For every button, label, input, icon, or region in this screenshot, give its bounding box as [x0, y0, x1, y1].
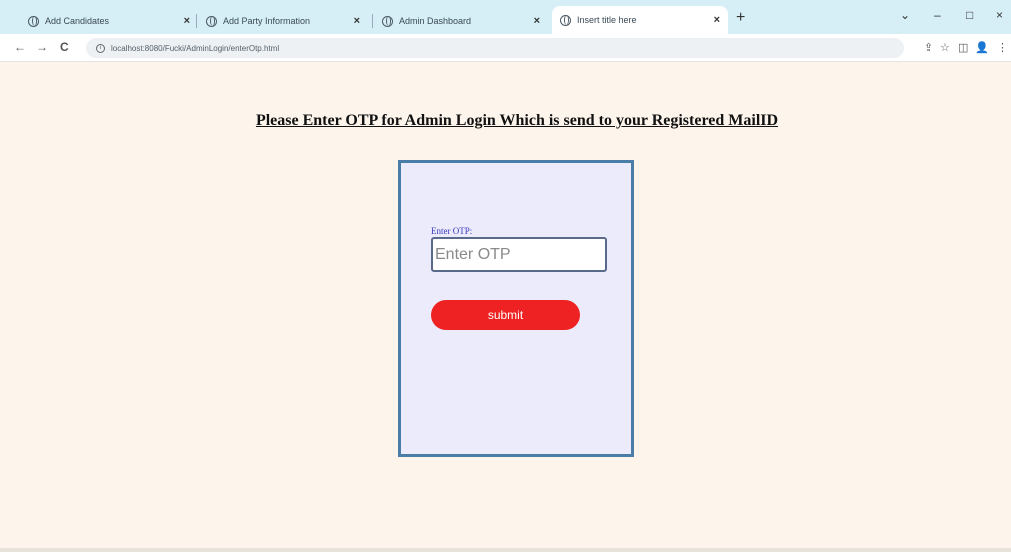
otp-label: Enter OTP: — [431, 226, 473, 236]
globe-icon — [382, 15, 393, 27]
tab-title: Add Party Information — [223, 16, 311, 26]
new-tab-icon[interactable]: + — [736, 9, 745, 27]
back-icon[interactable]: ← — [14, 40, 26, 54]
maximize-icon[interactable]: □ — [966, 8, 973, 22]
bottom-edge — [0, 548, 1011, 552]
forward-icon[interactable]: → — [36, 40, 48, 54]
otp-form-card: Enter OTP: submit — [398, 160, 634, 457]
tab-add-party-information[interactable]: Add Party Information × — [198, 8, 368, 34]
site-info-icon[interactable]: i — [96, 43, 105, 53]
close-window-icon[interactable]: × — [996, 8, 1003, 22]
split-view-icon[interactable]: ◫ — [958, 41, 968, 54]
browser-toolbar: ← → C i localhost:8080/Fucki/AdminLogin/… — [0, 34, 1011, 62]
reload-icon[interactable]: C — [60, 40, 69, 54]
page-heading: Please Enter OTP for Admin Login Which i… — [255, 112, 779, 129]
tab-title: Add Candidates — [45, 16, 110, 26]
share-icon[interactable]: ⇪ — [924, 41, 933, 54]
tab-close-icon[interactable]: × — [184, 15, 190, 27]
globe-icon — [560, 14, 571, 26]
globe-icon — [206, 15, 217, 27]
tab-separator — [372, 14, 373, 28]
tab-search-dropdown-icon[interactable]: ⌄ — [900, 8, 910, 22]
tab-add-candidates[interactable]: Add Candidates × — [20, 8, 198, 34]
tab-close-icon[interactable]: × — [714, 14, 720, 26]
address-bar[interactable]: i localhost:8080/Fucki/AdminLogin/enterO… — [86, 38, 904, 58]
url-text: localhost:8080/Fucki/AdminLogin/enterOtp… — [111, 43, 280, 53]
tab-title: Admin Dashboard — [399, 16, 472, 26]
tab-separator — [196, 14, 197, 28]
tab-insert-title-here[interactable]: Insert title here × — [552, 6, 728, 34]
profile-icon[interactable]: 👤 — [975, 41, 989, 54]
tab-close-icon[interactable]: × — [354, 15, 360, 27]
browser-tab-strip: Add Candidates × Add Party Information ×… — [0, 0, 1011, 34]
menu-icon[interactable]: ⋮ — [997, 41, 1008, 54]
tab-close-icon[interactable]: × — [534, 15, 540, 27]
globe-icon — [28, 15, 39, 27]
bookmark-star-icon[interactable]: ☆ — [940, 41, 950, 54]
submit-button[interactable]: submit — [431, 300, 580, 330]
tab-admin-dashboard[interactable]: Admin Dashboard × — [374, 8, 548, 34]
minimize-icon[interactable]: – — [934, 8, 941, 22]
otp-input[interactable] — [431, 237, 607, 272]
tab-title: Insert title here — [577, 15, 637, 25]
